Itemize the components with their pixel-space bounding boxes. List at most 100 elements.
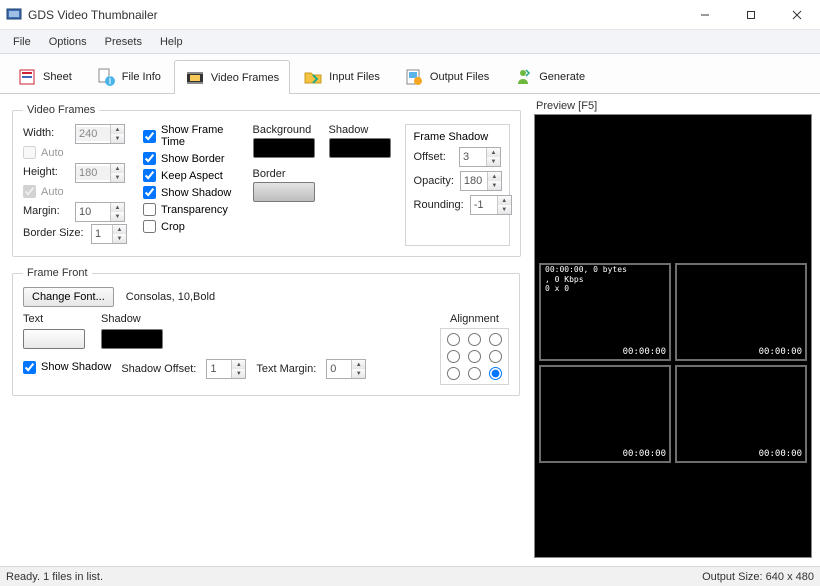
ff-shadow-offset-label: Shadow Offset: xyxy=(121,363,196,375)
fs-offset-input[interactable] xyxy=(460,150,486,164)
ff-text-margin-spinner[interactable]: ▲▼ xyxy=(326,359,366,379)
preview-canvas: 00:00:00 00:00:00 00:00:00 00:00:00 00:0… xyxy=(534,114,812,558)
keep-aspect-checkbox[interactable] xyxy=(143,169,156,182)
font-descriptor: Consolas, 10,Bold xyxy=(126,291,215,303)
minimize-button[interactable] xyxy=(682,0,728,30)
align-ml[interactable] xyxy=(447,350,460,363)
preview-cell: 00:00:00 xyxy=(539,365,671,463)
frame-shadow-legend: Frame Shadow xyxy=(414,131,501,143)
height-input[interactable] xyxy=(76,166,110,180)
height-spinner[interactable]: ▲▼ xyxy=(75,163,125,183)
show-border-label: Show Border xyxy=(161,153,225,165)
group-frame-shadow: Frame Shadow Offset: ▲▼ Opacity: ▲▼ xyxy=(405,124,510,246)
border-color-button[interactable] xyxy=(253,182,315,202)
width-spinner[interactable]: ▲▼ xyxy=(75,124,125,144)
ff-shadow-offset-up[interactable]: ▲ xyxy=(232,360,245,369)
fs-offset-up[interactable]: ▲ xyxy=(487,148,500,157)
ff-text-margin-input[interactable] xyxy=(327,362,351,376)
height-down[interactable]: ▼ xyxy=(111,173,124,182)
menubar: File Options Presets Help xyxy=(0,30,820,54)
fs-rounding-input[interactable] xyxy=(471,198,497,212)
ff-shadow-offset-spinner[interactable]: ▲▼ xyxy=(206,359,246,379)
ff-text-color-button[interactable] xyxy=(23,329,85,349)
border-size-label: Border Size: xyxy=(23,227,85,239)
ff-text-margin-up[interactable]: ▲ xyxy=(352,360,365,369)
transparency-checkbox[interactable] xyxy=(143,203,156,216)
tab-video-frames[interactable]: Video Frames xyxy=(174,60,290,94)
fs-opacity-spinner[interactable]: ▲▼ xyxy=(460,171,502,191)
align-tl[interactable] xyxy=(447,333,460,346)
tab-input-files-label: Input Files xyxy=(329,71,380,83)
ff-shadow-offset-input[interactable] xyxy=(207,362,231,376)
border-size-input[interactable] xyxy=(92,227,112,241)
width-down[interactable]: ▼ xyxy=(111,134,124,143)
tab-generate-label: Generate xyxy=(539,71,585,83)
ff-text-label: Text xyxy=(23,313,85,325)
fs-offset-spinner[interactable]: ▲▼ xyxy=(459,147,501,167)
tab-generate[interactable]: Generate xyxy=(502,59,596,93)
show-shadow-checkbox[interactable] xyxy=(143,186,156,199)
height-up[interactable]: ▲ xyxy=(111,164,124,173)
change-font-button[interactable]: Change Font... xyxy=(23,287,114,307)
menu-help[interactable]: Help xyxy=(151,33,192,51)
show-frame-time-checkbox[interactable] xyxy=(143,130,156,143)
border-size-spinner[interactable]: ▲▼ xyxy=(91,224,127,244)
margin-up[interactable]: ▲ xyxy=(111,203,124,212)
align-bc[interactable] xyxy=(468,367,481,380)
status-left: Ready. 1 files in list. xyxy=(6,571,103,583)
ff-show-shadow-checkbox[interactable] xyxy=(23,361,36,374)
height-auto-checkbox[interactable] xyxy=(23,185,36,198)
align-mr[interactable] xyxy=(489,350,502,363)
fs-opacity-up[interactable]: ▲ xyxy=(488,172,501,181)
fs-offset-down[interactable]: ▼ xyxy=(487,157,500,166)
border-size-up[interactable]: ▲ xyxy=(113,225,126,234)
width-auto-label: Auto xyxy=(41,147,64,159)
show-border-checkbox[interactable] xyxy=(143,152,156,165)
output-files-icon xyxy=(404,67,424,87)
fs-rounding-up[interactable]: ▲ xyxy=(498,196,511,205)
align-br[interactable] xyxy=(489,367,502,380)
ff-shadow-color-button[interactable] xyxy=(101,329,163,349)
alignment-label: Alignment xyxy=(440,313,509,325)
width-auto-checkbox[interactable] xyxy=(23,146,36,159)
shadow-color-button[interactable] xyxy=(329,138,391,158)
width-label: Width: xyxy=(23,127,69,139)
width-up[interactable]: ▲ xyxy=(111,125,124,134)
height-label: Height: xyxy=(23,166,69,178)
tab-output-files[interactable]: Output Files xyxy=(393,59,500,93)
margin-down[interactable]: ▼ xyxy=(111,212,124,221)
fs-opacity-down[interactable]: ▼ xyxy=(488,181,501,190)
preview-timestamp: 00:00:00 xyxy=(623,347,666,357)
status-right: Output Size: 640 x 480 xyxy=(702,571,814,583)
menu-file[interactable]: File xyxy=(4,33,40,51)
ff-show-shadow-label: Show Shadow xyxy=(41,361,111,373)
align-tc[interactable] xyxy=(468,333,481,346)
margin-spinner[interactable]: ▲▼ xyxy=(75,202,125,222)
statusbar: Ready. 1 files in list. Output Size: 640… xyxy=(0,566,820,586)
tab-file-info[interactable]: i File Info xyxy=(85,59,172,93)
tab-input-files[interactable]: Input Files xyxy=(292,59,391,93)
fs-rounding-spinner[interactable]: ▲▼ xyxy=(470,195,512,215)
preview-label: Preview [F5] xyxy=(534,100,812,112)
margin-input[interactable] xyxy=(76,205,110,219)
tab-sheet[interactable]: Sheet xyxy=(6,59,83,93)
align-tr[interactable] xyxy=(489,333,502,346)
ff-shadow-offset-down[interactable]: ▼ xyxy=(232,369,245,378)
menu-options[interactable]: Options xyxy=(40,33,96,51)
width-input[interactable] xyxy=(76,127,110,141)
fs-rounding-down[interactable]: ▼ xyxy=(498,205,511,214)
group-video-frames-legend: Video Frames xyxy=(23,104,99,116)
crop-label: Crop xyxy=(161,221,185,233)
maximize-button[interactable] xyxy=(728,0,774,30)
fs-opacity-input[interactable] xyxy=(461,174,487,188)
preview-cell: 00:00:00 xyxy=(675,365,807,463)
background-color-button[interactable] xyxy=(253,138,315,158)
ff-text-margin-down[interactable]: ▼ xyxy=(352,369,365,378)
crop-checkbox[interactable] xyxy=(143,220,156,233)
align-mc[interactable] xyxy=(468,350,481,363)
close-button[interactable] xyxy=(774,0,820,30)
align-bl[interactable] xyxy=(447,367,460,380)
group-video-frames: Video Frames Width: ▲▼ Auto Height: xyxy=(12,104,521,257)
menu-presets[interactable]: Presets xyxy=(96,33,151,51)
border-size-down[interactable]: ▼ xyxy=(113,234,126,243)
